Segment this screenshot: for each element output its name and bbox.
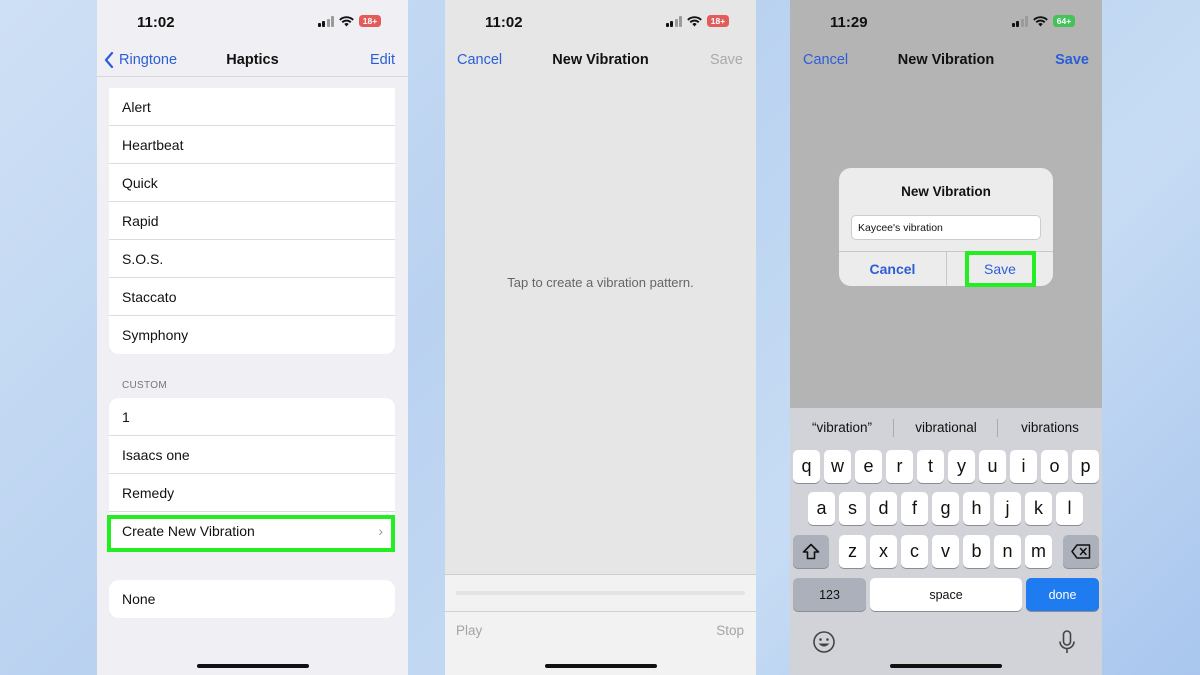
create-new-vibration-row[interactable]: Create New Vibration ›	[109, 512, 395, 550]
status-bar: 11:29 64+	[790, 0, 1102, 44]
edit-button[interactable]: Edit	[370, 52, 395, 68]
play-button[interactable]: Play	[456, 623, 482, 638]
key-z[interactable]: z	[839, 535, 866, 568]
key-x[interactable]: x	[870, 535, 897, 568]
custom-vibration-item[interactable]: Isaacs one	[109, 436, 395, 474]
name-dialog: New Vibration Cancel Save	[839, 168, 1053, 286]
vibration-name-input[interactable]	[851, 215, 1041, 240]
status-time: 11:02	[137, 14, 175, 31]
none-list: None	[109, 580, 395, 618]
keyboard: “vibration” vibrational vibrations q w e…	[790, 408, 1102, 675]
wifi-icon	[1033, 15, 1048, 26]
backspace-icon	[1071, 544, 1091, 559]
key-p[interactable]: p	[1072, 450, 1099, 483]
timeline-track	[445, 575, 756, 611]
vibration-item[interactable]: Alert	[109, 88, 395, 126]
emoji-key[interactable]	[812, 630, 836, 654]
create-new-vibration-label: Create New Vibration	[122, 523, 255, 539]
microphone-icon	[1059, 630, 1075, 653]
done-key[interactable]: done	[1026, 578, 1099, 611]
emoji-icon	[813, 631, 835, 653]
battery-icon: 64+	[1053, 15, 1075, 27]
vibration-item[interactable]: Rapid	[109, 202, 395, 240]
key-y[interactable]: y	[948, 450, 975, 483]
status-bar: 11:02 18+	[445, 0, 756, 44]
save-button[interactable]: Save	[1055, 52, 1089, 68]
key-v[interactable]: v	[932, 535, 959, 568]
standard-vibrations-list: Alert Heartbeat Quick Rapid S.O.S. Stacc…	[109, 88, 395, 354]
key-k[interactable]: k	[1025, 492, 1052, 525]
suggestion-item[interactable]: vibrational	[894, 408, 998, 448]
nav-bar: Ringtone Haptics Edit	[97, 44, 408, 76]
page-title: Haptics	[226, 52, 279, 68]
numbers-key[interactable]: 123	[793, 578, 866, 611]
cellular-signal-icon	[665, 15, 682, 27]
space-key[interactable]: space	[870, 578, 1022, 611]
name-vibration-screen: 11:29 64+ Cancel New Vibration Save New …	[790, 0, 1102, 675]
battery-icon: 18+	[359, 15, 381, 27]
status-time: 11:02	[485, 14, 523, 31]
key-e[interactable]: e	[855, 450, 882, 483]
key-b[interactable]: b	[963, 535, 990, 568]
key-g[interactable]: g	[932, 492, 959, 525]
key-s[interactable]: s	[839, 492, 866, 525]
key-u[interactable]: u	[979, 450, 1006, 483]
key-i[interactable]: i	[1010, 450, 1037, 483]
key-t[interactable]: t	[917, 450, 944, 483]
key-j[interactable]: j	[994, 492, 1021, 525]
key-n[interactable]: n	[994, 535, 1021, 568]
custom-vibration-item[interactable]: Remedy	[109, 474, 395, 512]
key-h[interactable]: h	[963, 492, 990, 525]
nav-bar: Cancel New Vibration Save	[790, 44, 1102, 76]
delete-key[interactable]	[1063, 535, 1099, 568]
none-item[interactable]: None	[109, 580, 395, 618]
battery-icon: 18+	[707, 15, 729, 27]
key-a[interactable]: a	[808, 492, 835, 525]
haptics-screen: 11:02 18+ Ringtone Haptics Edit Alert He…	[97, 0, 408, 675]
save-button-disabled[interactable]: Save	[710, 52, 743, 68]
dialog-save-button[interactable]: Save	[947, 252, 1053, 286]
key-q[interactable]: q	[793, 450, 820, 483]
vibration-touch-area[interactable]: Tap to create a vibration pattern.	[445, 76, 756, 574]
new-vibration-screen: 11:02 18+ Cancel New Vibration Save Tap …	[445, 0, 756, 675]
dictation-key[interactable]	[1058, 630, 1076, 656]
dialog-title: New Vibration	[901, 184, 991, 199]
key-f[interactable]: f	[901, 492, 928, 525]
key-d[interactable]: d	[870, 492, 897, 525]
key-o[interactable]: o	[1041, 450, 1068, 483]
shift-key[interactable]	[793, 535, 829, 568]
cellular-signal-icon	[317, 15, 334, 27]
vibration-item[interactable]: S.O.S.	[109, 240, 395, 278]
hint-text: Tap to create a vibration pattern.	[507, 275, 694, 290]
wifi-icon	[339, 15, 354, 26]
vibration-item[interactable]: Staccato	[109, 278, 395, 316]
key-m[interactable]: m	[1025, 535, 1052, 568]
custom-vibration-item[interactable]: 1	[109, 398, 395, 436]
chevron-right-icon: ›	[378, 523, 383, 539]
home-indicator	[890, 664, 1002, 668]
key-l[interactable]: l	[1056, 492, 1083, 525]
shift-icon	[802, 543, 820, 560]
wifi-icon	[687, 15, 702, 26]
nav-bar: Cancel New Vibration Save	[445, 44, 756, 76]
key-w[interactable]: w	[824, 450, 851, 483]
key-r[interactable]: r	[886, 450, 913, 483]
home-indicator	[196, 664, 309, 668]
custom-section-header: CUSTOM	[122, 380, 167, 391]
key-c[interactable]: c	[901, 535, 928, 568]
vibration-item[interactable]: Symphony	[109, 316, 395, 354]
vibration-item[interactable]: Heartbeat	[109, 126, 395, 164]
stop-button[interactable]: Stop	[716, 623, 744, 638]
dialog-cancel-button[interactable]: Cancel	[839, 252, 946, 286]
status-time: 11:29	[830, 14, 868, 31]
home-indicator	[544, 664, 657, 668]
suggestion-item[interactable]: “vibration”	[790, 408, 894, 448]
suggestion-bar: “vibration” vibrational vibrations	[790, 408, 1102, 448]
vibration-item[interactable]: Quick	[109, 164, 395, 202]
suggestion-item[interactable]: vibrations	[998, 408, 1102, 448]
status-bar: 11:02 18+	[97, 0, 408, 44]
custom-vibrations-list: 1 Isaacs one Remedy Create New Vibration…	[109, 398, 395, 550]
cellular-signal-icon	[1011, 15, 1028, 27]
